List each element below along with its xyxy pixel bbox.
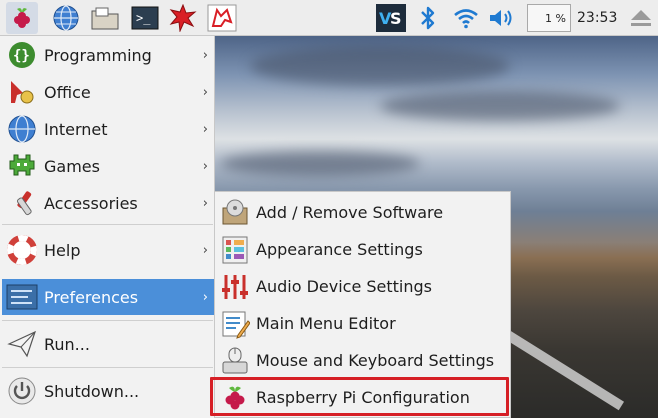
menu-item-label: Run...: [44, 334, 90, 354]
svg-text:S: S: [390, 9, 402, 28]
submenu-item-label: Raspberry Pi Configuration: [256, 388, 470, 407]
menu-item-label: Shutdown...: [44, 381, 140, 401]
preferences-icon: [6, 282, 38, 312]
menu-item-label: Internet: [44, 119, 108, 139]
menu-item-label: Programming: [44, 45, 152, 65]
submenu-item-mouse-keyboard-settings[interactable]: Mouse and Keyboard Settings: [217, 342, 509, 379]
submenu-arrow-icon: ›: [202, 242, 208, 258]
submenu-arrow-icon: ›: [202, 289, 208, 305]
svg-text:{}: {}: [13, 48, 30, 64]
shutdown-icon: [6, 376, 38, 406]
terminal-icon[interactable]: >_: [129, 2, 161, 34]
svg-text:>_: >_: [136, 11, 151, 25]
submenu-item-add-remove-software[interactable]: Add / Remove Software: [217, 194, 509, 231]
menu-item-office[interactable]: Office ›: [2, 74, 214, 110]
eject-icon[interactable]: [625, 2, 657, 34]
games-icon: [6, 151, 38, 181]
submenu-item-appearance-settings[interactable]: Appearance Settings: [217, 231, 509, 268]
menu-item-programming[interactable]: {} Programming ›: [2, 37, 214, 73]
wifi-icon[interactable]: [450, 2, 482, 34]
top-panel: >_ V S 1 % 23:53: [0, 0, 658, 36]
preferences-submenu: Add / Remove Software Appearance Setting…: [215, 191, 511, 418]
submenu-arrow-icon: ›: [202, 84, 208, 100]
programming-icon: {}: [6, 40, 38, 70]
web-browser-icon[interactable]: [50, 2, 82, 34]
vnc-icon[interactable]: V S: [375, 2, 407, 34]
raspberry-menu-icon[interactable]: [6, 2, 38, 34]
submenu-item-label: Main Menu Editor: [256, 314, 396, 333]
internet-icon: [6, 114, 38, 144]
menu-item-label: Accessories: [44, 193, 138, 213]
submenu-item-label: Audio Device Settings: [256, 277, 432, 296]
cpu-usage: 1 %: [545, 12, 566, 25]
submenu-item-label: Appearance Settings: [256, 240, 423, 259]
menu-item-label: Preferences: [44, 287, 139, 307]
run-icon: [6, 329, 38, 359]
software-icon: [219, 197, 251, 228]
menu-separator: [2, 367, 213, 368]
submenu-item-label: Mouse and Keyboard Settings: [256, 351, 495, 370]
accessories-icon: [6, 188, 38, 218]
appearance-icon: [219, 234, 251, 265]
applications-menu: {} Programming › Office › Internet › Gam…: [0, 36, 215, 418]
wolfram-icon[interactable]: [206, 2, 238, 34]
submenu-item-raspberry-pi-configuration[interactable]: Raspberry Pi Configuration: [217, 379, 509, 416]
submenu-arrow-icon: ›: [202, 158, 208, 174]
clock[interactable]: 23:53: [577, 10, 617, 26]
help-icon: [6, 235, 38, 265]
submenu-item-label: Add / Remove Software: [256, 203, 444, 222]
submenu-item-audio-device-settings[interactable]: Audio Device Settings: [217, 268, 509, 305]
menu-item-label: Office: [44, 82, 91, 102]
menu-item-internet[interactable]: Internet ›: [2, 111, 214, 147]
submenu-arrow-icon: ›: [202, 195, 208, 211]
submenu-arrow-icon: ›: [202, 121, 208, 137]
bluetooth-icon[interactable]: [412, 2, 444, 34]
submenu-item-main-menu-editor[interactable]: Main Menu Editor: [217, 305, 509, 342]
menu-item-games[interactable]: Games ›: [2, 148, 214, 184]
menu-separator: [2, 320, 213, 321]
submenu-arrow-icon: ›: [202, 47, 208, 63]
volume-icon[interactable]: [486, 2, 518, 34]
audio-icon: [219, 271, 251, 302]
raspberry-config-icon: [219, 382, 251, 413]
menu-item-label: Games: [44, 156, 100, 176]
menu-item-label: Help: [44, 240, 81, 260]
menu-item-shutdown[interactable]: Shutdown...: [2, 373, 214, 409]
menu-separator: [2, 224, 213, 225]
mathematica-icon[interactable]: [167, 2, 199, 34]
menu-item-preferences[interactable]: Preferences ›: [2, 279, 214, 315]
office-icon: [6, 77, 38, 107]
menu-item-run[interactable]: Run...: [2, 326, 214, 362]
menu-editor-icon: [219, 308, 251, 339]
menu-item-help[interactable]: Help ›: [2, 232, 214, 268]
mouse-keyboard-icon: [219, 345, 251, 376]
menu-item-accessories[interactable]: Accessories ›: [2, 185, 214, 221]
file-manager-icon[interactable]: [89, 2, 121, 34]
cpu-monitor[interactable]: 1 %: [527, 4, 571, 32]
